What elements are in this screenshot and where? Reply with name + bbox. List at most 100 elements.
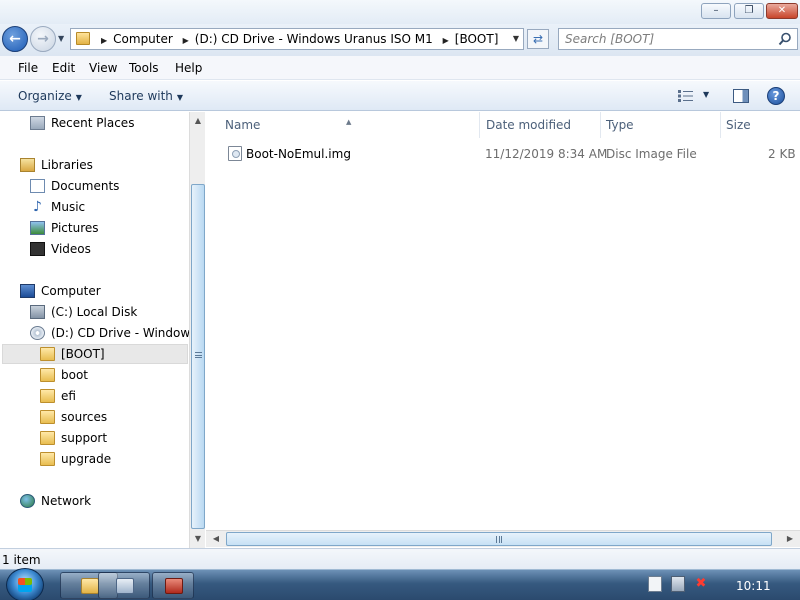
close-button[interactable]: ✕	[766, 3, 798, 19]
nav-vertical-scrollbar[interactable]: ▲ ▼	[189, 112, 205, 548]
refresh-icon: ⇄	[532, 32, 544, 46]
menu-view[interactable]: View	[89, 61, 117, 75]
column-label: Type	[606, 118, 634, 132]
organize-button[interactable]: Organize ▼	[18, 89, 82, 103]
back-button[interactable]: ←	[2, 26, 28, 52]
nav-label: (C:) Local Disk	[51, 305, 138, 319]
address-dropdown-icon[interactable]: ▼	[513, 34, 519, 43]
pictures-icon	[30, 221, 45, 235]
chevron-down-icon: ▼	[176, 93, 184, 102]
share-with-label: Share with	[109, 89, 173, 103]
file-size: 2 KB	[768, 147, 796, 161]
volume-muted-icon[interactable]: ✖	[694, 576, 708, 592]
back-arrow-icon: ←	[9, 31, 21, 47]
breadcrumb-chevron-icon[interactable]: ▶	[443, 36, 449, 45]
table-row[interactable]: Boot-NoEmul.img 11/12/2019 8:34 AM Disc …	[222, 144, 800, 164]
folder-icon	[40, 410, 55, 424]
hard-disk-icon	[30, 305, 45, 319]
chevron-down-icon: ▼	[75, 93, 82, 102]
clock[interactable]: 10:11	[736, 579, 771, 593]
minimize-button[interactable]: –	[701, 3, 731, 19]
videos-icon	[30, 242, 45, 256]
view-options-dropdown[interactable]: ▼	[703, 90, 709, 99]
nav-label: Network	[41, 494, 92, 508]
folder-icon	[40, 347, 55, 361]
recent-pages-dropdown[interactable]: ▼	[58, 34, 64, 43]
nav-label: (D:) CD Drive - Windows Uranus ISO M1	[51, 326, 190, 340]
folder-icon	[40, 452, 55, 466]
scroll-left-icon[interactable]: ◀	[208, 531, 224, 547]
nav-label: boot	[61, 368, 89, 382]
menu-file[interactable]: File	[18, 61, 38, 75]
scrollbar-grip-icon	[496, 536, 502, 543]
recent-places-icon	[30, 116, 45, 130]
file-list-horizontal-scrollbar[interactable]: ◀ ▶	[206, 530, 800, 547]
nav-label: Computer	[41, 284, 101, 298]
menu-tools[interactable]: Tools	[129, 61, 159, 75]
column-label: Name	[225, 118, 261, 132]
file-name: Boot-NoEmul.img	[246, 147, 351, 161]
taskbar-program-button[interactable]	[98, 572, 150, 599]
nav-label: Documents	[51, 179, 120, 193]
music-icon: ♪	[33, 199, 42, 215]
breadcrumb-computer[interactable]: Computer	[113, 32, 173, 46]
address-row: ← → ▼ ▶ Computer ▶ (D:) CD Drive - Windows…	[0, 24, 800, 56]
search-input[interactable]	[565, 31, 770, 47]
column-header-name[interactable]: Name ▲	[206, 112, 479, 138]
forward-button[interactable]: →	[30, 26, 56, 52]
folder-icon	[40, 368, 55, 382]
breadcrumb-boot[interactable]: [BOOT]	[455, 32, 499, 46]
nav-label: Pictures	[51, 221, 99, 235]
scrollbar-thumb[interactable]	[226, 532, 772, 546]
search-icon[interactable]	[778, 32, 792, 46]
nav-label: Music	[51, 200, 86, 214]
scroll-down-icon[interactable]: ▼	[191, 531, 205, 547]
column-label: Date modified	[486, 118, 572, 132]
maximize-icon: ❐	[744, 5, 754, 16]
maximize-button[interactable]: ❐	[734, 3, 764, 19]
file-date-modified: 11/12/2019 8:34 AM	[485, 147, 608, 161]
nav-label: [BOOT]	[61, 347, 105, 361]
app-icon	[165, 578, 183, 594]
menu-help[interactable]: Help	[175, 61, 202, 75]
change-view-icon[interactable]	[678, 90, 694, 102]
cd-drive-icon	[30, 326, 45, 340]
column-header-size[interactable]: Size	[721, 112, 800, 138]
item-count: 1 item	[2, 553, 41, 567]
status-bar: 1 item	[0, 548, 800, 569]
action-center-icon[interactable]	[648, 576, 662, 592]
command-bar: Organize ▼ Share with ▼ ▼ ?	[0, 81, 800, 111]
column-label: Size	[726, 118, 751, 132]
scroll-right-icon[interactable]: ▶	[782, 531, 798, 547]
scroll-up-icon[interactable]: ▲	[191, 113, 205, 129]
address-bar[interactable]: ▶ Computer ▶ (D:) CD Drive - Windows Uranu…	[70, 28, 524, 50]
file-list: Name ▲ Date modified Type Size Boot-NoEm…	[206, 112, 800, 530]
file-type: Disc Image File	[606, 147, 697, 161]
breadcrumb-chevron-icon[interactable]: ▶	[183, 36, 189, 45]
help-icon[interactable]: ?	[767, 87, 785, 105]
breadcrumb-cd-drive[interactable]: (D:) CD Drive - Windows Uranus ISO M1	[195, 32, 433, 46]
menu-bar: File Edit View Tools Help	[0, 56, 800, 80]
start-button[interactable]	[6, 568, 44, 600]
close-icon: ✕	[777, 5, 787, 16]
nav-label: upgrade	[61, 452, 112, 466]
windows-logo-icon	[18, 578, 32, 592]
share-with-button[interactable]: Share with ▼	[109, 89, 183, 103]
column-header-type[interactable]: Type	[601, 112, 720, 138]
menu-edit[interactable]: Edit	[52, 61, 75, 75]
scrollbar-grip-icon	[195, 352, 202, 358]
column-header-date-modified[interactable]: Date modified	[480, 112, 600, 138]
taskbar-app-button[interactable]	[152, 572, 194, 599]
nav-label: sources	[61, 410, 108, 424]
refresh-button[interactable]: ⇄	[527, 29, 549, 49]
scrollbar-thumb[interactable]	[191, 184, 205, 529]
taskbar: ✖ 10:11	[0, 568, 800, 600]
search-box[interactable]	[558, 28, 798, 50]
nav-label: Videos	[51, 242, 91, 256]
network-status-icon[interactable]	[671, 576, 685, 592]
nav-label: Recent Places	[51, 116, 135, 130]
forward-arrow-icon: →	[37, 31, 49, 47]
minimize-icon: –	[713, 5, 719, 16]
preview-pane-icon[interactable]	[733, 89, 749, 103]
breadcrumb-chevron-icon[interactable]: ▶	[101, 36, 107, 45]
